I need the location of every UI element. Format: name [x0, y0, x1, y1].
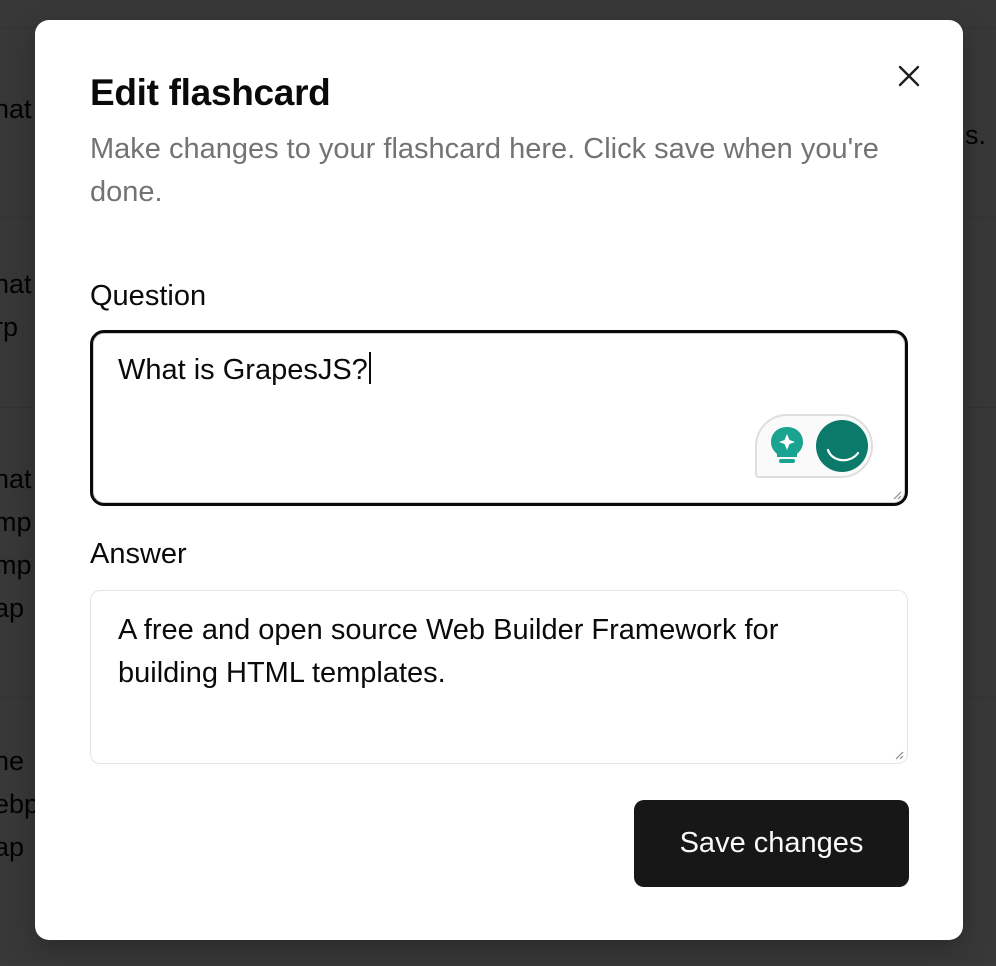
close-button[interactable] [893, 60, 925, 92]
lightbulb-sparkle-icon[interactable] [767, 424, 807, 468]
edit-flashcard-dialog: Edit flashcard Make changes to your flas… [35, 20, 963, 940]
resize-handle-icon[interactable] [892, 490, 902, 500]
text-caret [368, 352, 371, 384]
dialog-title: Edit flashcard [90, 72, 331, 113]
assistant-swoosh-icon [826, 448, 860, 462]
close-icon [898, 65, 920, 87]
answer-label: Answer [90, 538, 187, 570]
resize-handle-icon[interactable] [894, 750, 904, 760]
answer-text: A free and open source Web Builder Frame… [118, 614, 779, 689]
question-text: What is GrapesJS? [118, 354, 368, 386]
grammar-assistant-icon[interactable] [816, 420, 868, 472]
dialog-description: Make changes to your flashcard here. Cli… [90, 133, 879, 208]
save-changes-button[interactable]: Save changes [634, 800, 909, 887]
question-label: Question [90, 280, 207, 312]
writing-assistant-widget[interactable] [755, 414, 873, 478]
answer-textarea[interactable]: A free and open source Web Builder Frame… [90, 590, 908, 764]
